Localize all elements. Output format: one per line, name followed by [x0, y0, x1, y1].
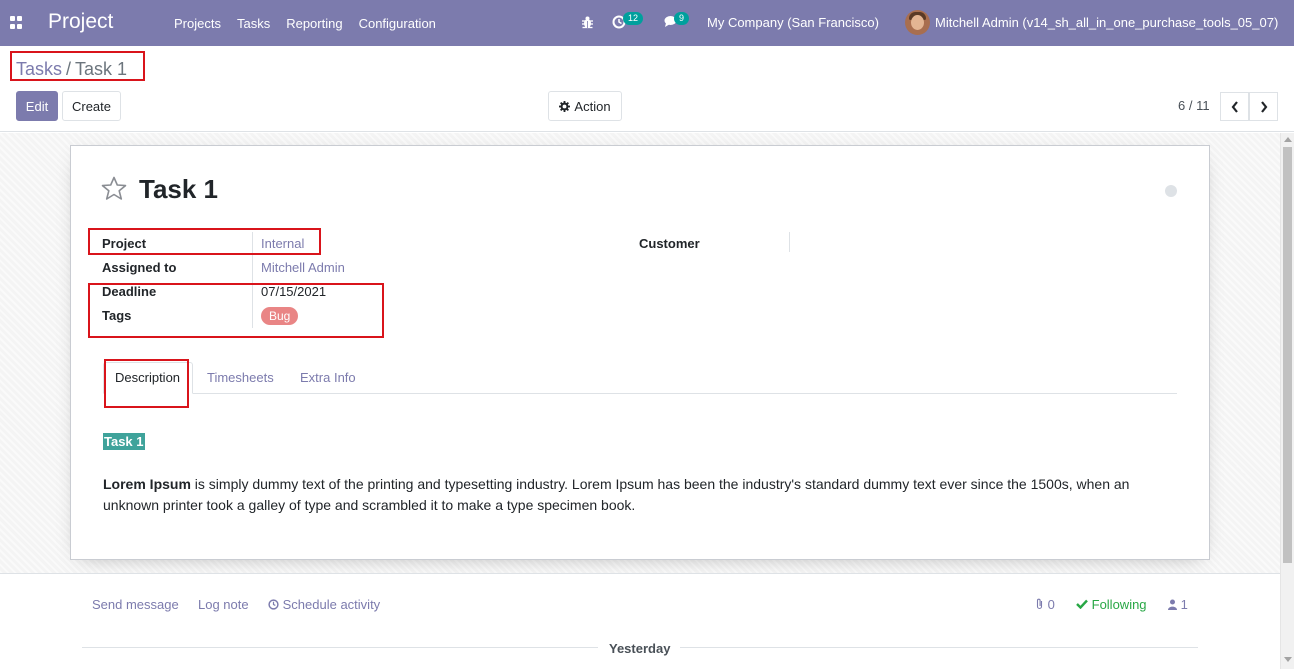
- project-field[interactable]: Internal: [261, 236, 304, 251]
- following-label: Following: [1091, 597, 1147, 612]
- breadcrumb: Tasks / Task 1: [16, 59, 127, 80]
- day-divider-left: [82, 647, 598, 648]
- tab-timesheets[interactable]: Timesheets: [207, 370, 274, 385]
- user-icon: [1168, 599, 1177, 610]
- avatar[interactable]: [905, 10, 930, 35]
- schedule-activity-label: Schedule activity: [282, 597, 381, 612]
- tab-description[interactable]: Description: [115, 370, 180, 385]
- send-message-button[interactable]: Send message: [92, 597, 179, 612]
- scrollbar[interactable]: [1280, 133, 1294, 669]
- log-note-button[interactable]: Log note: [198, 597, 249, 612]
- paperclip-icon: [1036, 598, 1043, 610]
- task-form-sheet: Task 1 Project Internal Assigned to Mitc…: [70, 145, 1210, 560]
- breadcrumb-current: Task 1: [75, 59, 128, 79]
- description-body: is simply dummy text of the printing and…: [103, 476, 1130, 513]
- description-bold-lead: Lorem Ipsum: [103, 476, 191, 492]
- top-navbar: Project Projects Tasks Reporting Configu…: [0, 0, 1294, 46]
- description-text[interactable]: Lorem Ipsum is simply dummy text of the …: [103, 474, 1163, 516]
- app-title[interactable]: Project: [48, 10, 113, 34]
- messages-count-badge: 9: [674, 12, 690, 25]
- deadline-label: Deadline: [102, 284, 157, 299]
- apps-menu-icon[interactable]: [10, 16, 23, 29]
- chevron-right-icon: [1260, 100, 1267, 113]
- task-title[interactable]: Task 1: [139, 174, 218, 205]
- menu-item-reporting[interactable]: Reporting: [278, 16, 350, 31]
- breadcrumb-tasks-link[interactable]: Tasks: [16, 59, 62, 79]
- user-menu[interactable]: Mitchell Admin (v14_sh_all_in_one_purcha…: [935, 15, 1278, 30]
- pager-next-button[interactable]: [1249, 92, 1278, 121]
- day-divider-right: [680, 647, 1198, 648]
- following-button[interactable]: Following: [1076, 597, 1147, 612]
- gear-icon: [559, 100, 571, 112]
- field-separator: [789, 232, 790, 252]
- chevron-left-icon: [1231, 100, 1238, 113]
- tags-label: Tags: [102, 308, 132, 323]
- followers-button[interactable]: 1: [1168, 597, 1188, 612]
- pager-previous-button[interactable]: [1220, 92, 1249, 121]
- scroll-up-arrow-icon[interactable]: [1284, 137, 1292, 142]
- scroll-thumb[interactable]: [1283, 147, 1292, 563]
- chatter: Send message Log note Schedule activity …: [0, 573, 1280, 669]
- action-button[interactable]: Action: [548, 91, 622, 121]
- star-priority-icon[interactable]: [101, 176, 127, 201]
- kanban-state-indicator[interactable]: [1165, 185, 1177, 197]
- schedule-activity-button[interactable]: Schedule activity: [268, 597, 380, 612]
- deadline-field[interactable]: 07/15/2021: [261, 284, 326, 299]
- pager-value: 6 / 11: [1178, 98, 1210, 113]
- create-button[interactable]: Create: [62, 91, 121, 121]
- activity-count-badge: 12: [623, 12, 644, 25]
- tab-extra-info[interactable]: Extra Info: [300, 370, 356, 385]
- menu-item-projects[interactable]: Projects: [166, 16, 229, 31]
- main-menu: Projects Tasks Reporting Configuration: [166, 0, 444, 46]
- assigned-to-field[interactable]: Mitchell Admin: [261, 260, 345, 275]
- assigned-to-label: Assigned to: [102, 260, 177, 275]
- edit-button[interactable]: Edit: [16, 91, 58, 121]
- menu-item-configuration[interactable]: Configuration: [351, 16, 444, 31]
- action-button-label: Action: [574, 98, 611, 114]
- breadcrumb-separator: /: [66, 59, 72, 79]
- clock-icon: [268, 599, 279, 610]
- day-separator: Yesterday: [609, 641, 671, 656]
- tag-badge[interactable]: Bug: [261, 307, 299, 325]
- company-switcher[interactable]: My Company (San Francisco): [707, 15, 879, 30]
- tabs-underline: [103, 393, 1177, 394]
- check-icon: [1076, 599, 1088, 610]
- control-panel: Tasks / Task 1 Edit Create Action 6 / 11: [0, 46, 1294, 132]
- description-heading: Task 1: [103, 433, 145, 450]
- attachments-button[interactable]: 0: [1035, 597, 1055, 612]
- attachments-count: 0: [1047, 597, 1055, 612]
- project-label: Project: [102, 236, 147, 251]
- followers-count: 1: [1180, 597, 1188, 612]
- field-separator: [252, 232, 253, 328]
- scroll-down-arrow-icon[interactable]: [1284, 657, 1292, 662]
- menu-item-tasks[interactable]: Tasks: [229, 16, 278, 31]
- bug-icon[interactable]: [581, 15, 594, 29]
- customer-label: Customer: [639, 236, 700, 251]
